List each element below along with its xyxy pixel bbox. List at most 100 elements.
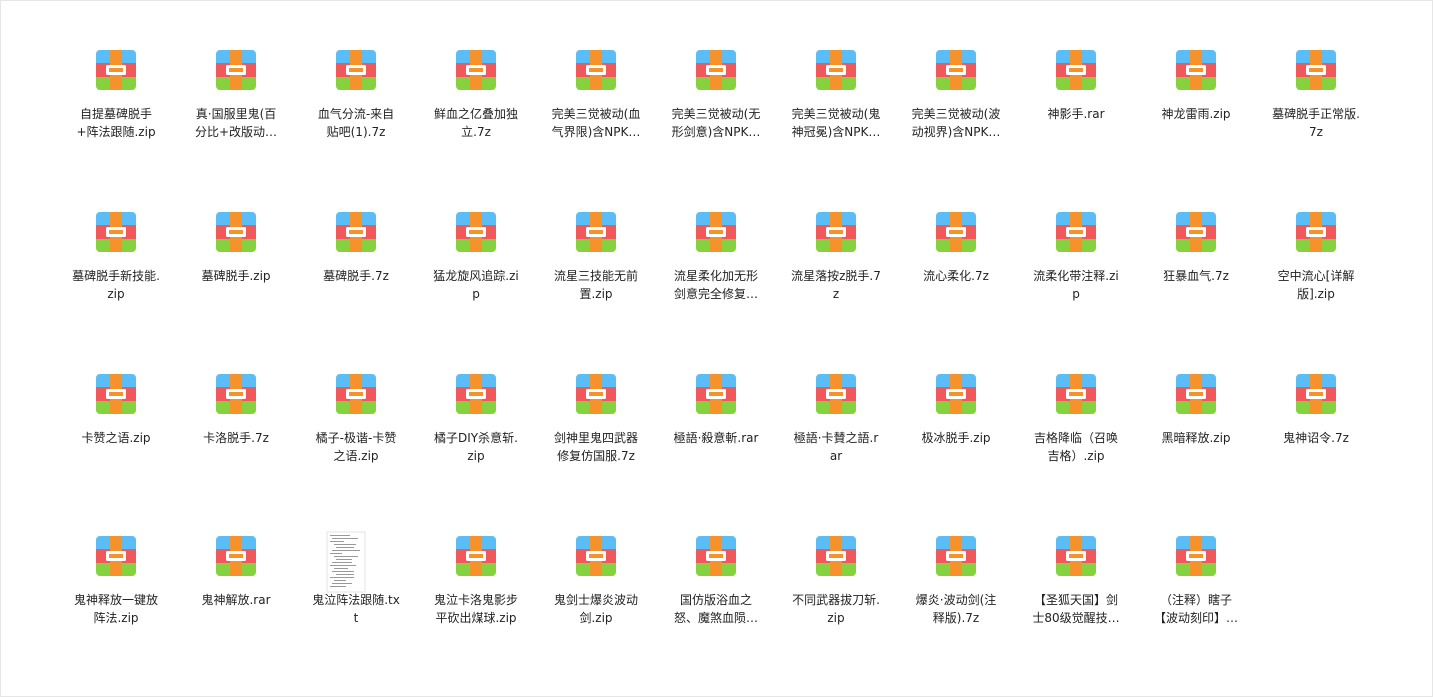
file-item[interactable]: 神龙雷雨.zip — [1136, 45, 1256, 205]
file-name-line: 吉格）.zip — [1047, 449, 1105, 463]
file-item[interactable]: 極語·卡賛之語.r ar — [776, 369, 896, 529]
file-name-label: 自提墓碑脱手 +阵法跟随.zip — [58, 105, 174, 141]
file-item[interactable]: 神影手.rar — [1016, 45, 1136, 205]
file-name-line: 分比+改版动… — [194, 125, 278, 139]
file-item[interactable]: 鲜血之亿叠加独 立.7z — [416, 45, 536, 205]
file-name-label: 橘子-极谐-卡赞 之语.zip — [298, 429, 414, 465]
file-item[interactable]: 橘子-极谐-卡赞 之语.zip — [296, 369, 416, 529]
file-name-label: 橘子DIY杀意斩. zip — [418, 429, 534, 465]
file-name-line: 置.zip — [579, 287, 613, 301]
file-name-line: 橘子DIY杀意斩. — [434, 431, 518, 445]
file-item[interactable]: 吉格降临（召唤 吉格）.zip — [1016, 369, 1136, 529]
file-item[interactable]: 墓碑脱手.zip — [176, 207, 296, 367]
file-item[interactable]: （注释）瞎子 【波动刻印】… — [1136, 531, 1256, 691]
file-item[interactable]: 不同武器拔刀斩. zip — [776, 531, 896, 691]
file-item[interactable]: 真·国服里鬼(百 分比+改版动… — [176, 45, 296, 205]
archive-file-icon — [1296, 50, 1336, 90]
archive-file-icon — [576, 50, 616, 90]
file-item[interactable]: 流星三技能无前 置.zip — [536, 207, 656, 367]
file-item[interactable]: 完美三觉被动(鬼 神冠冕)含NPK… — [776, 45, 896, 205]
file-item[interactable]: 極語·殺意斬.rar — [656, 369, 776, 529]
archive-file-icon — [1056, 212, 1096, 252]
archive-file-icon — [96, 212, 136, 252]
file-name-label: 鬼神释放一键放 阵法.zip — [58, 591, 174, 627]
file-name-line: 士80级觉醒技… — [1032, 611, 1120, 625]
archive-file-icon — [216, 374, 256, 414]
file-name-line: 立.7z — [461, 125, 491, 139]
file-name-label: 墓碑脱手.7z — [298, 267, 414, 285]
file-item[interactable]: 国仿版浴血之 怒、魔煞血陨… — [656, 531, 776, 691]
file-item[interactable]: 橘子DIY杀意斩. zip — [416, 369, 536, 529]
file-name-label: 極語·卡賛之語.r ar — [778, 429, 894, 465]
file-item[interactable]: 爆炎·波动剑(注 释版).7z — [896, 531, 1016, 691]
file-name-line: 極語·殺意斬.rar — [673, 431, 759, 445]
file-item[interactable]: 完美三觉被动(波 动视界)含NPK… — [896, 45, 1016, 205]
archive-file-icon — [936, 536, 976, 576]
file-name-label: 完美三觉被动(无 形剑意)含NPK… — [658, 105, 774, 141]
archive-file-icon — [936, 50, 976, 90]
file-name-label: 鬼神诏令.7z — [1258, 429, 1374, 447]
file-name-label: 鬼神解放.rar — [178, 591, 294, 609]
file-name-line: 鲜血之亿叠加独 — [433, 107, 518, 121]
file-item[interactable]: 墓碑脱手.7z — [296, 207, 416, 367]
file-name-label: 狂暴血气.7z — [1138, 267, 1254, 285]
file-item[interactable]: 鬼神解放.rar — [176, 531, 296, 691]
file-item[interactable]: 剑神里鬼四武器 修复仿国服.7z — [536, 369, 656, 529]
file-item[interactable]: 流心柔化.7z — [896, 207, 1016, 367]
archive-file-icon — [576, 212, 616, 252]
file-name-line: 流心柔化.7z — [923, 269, 989, 283]
file-item[interactable]: 空中流心[详解 版].zip — [1256, 207, 1376, 367]
file-item[interactable]: 完美三觉被动(无 形剑意)含NPK… — [656, 45, 776, 205]
archive-file-icon — [696, 536, 736, 576]
file-name-label: 墓碑脱手.zip — [178, 267, 294, 285]
file-name-line: 完美三觉被动(血 — [551, 107, 641, 121]
file-name-line: 贴吧(1).7z — [326, 125, 386, 139]
file-item[interactable]: 鬼剑士爆炎波动 剑.zip — [536, 531, 656, 691]
file-name-line: p — [1072, 287, 1080, 301]
archive-file-icon — [816, 212, 856, 252]
file-name-line: 动视界)含NPK… — [911, 125, 1001, 139]
archive-file-icon — [1176, 374, 1216, 414]
file-name-line: 【圣狐天国】剑 — [1033, 593, 1118, 607]
file-item[interactable]: 流星柔化加无形 剑意完全修复… — [656, 207, 776, 367]
file-item[interactable]: 血气分流-来自 贴吧(1).7z — [296, 45, 416, 205]
file-item[interactable]: 【圣狐天国】剑 士80级觉醒技… — [1016, 531, 1136, 691]
file-item[interactable]: 卡洛脱手.7z — [176, 369, 296, 529]
file-name-line: 吉格降临（召唤 — [1033, 431, 1118, 445]
file-name-label: 流星落按z脱手.7 z — [778, 267, 894, 303]
file-name-line: 剑.zip — [579, 611, 613, 625]
file-item[interactable]: 鬼神释放一键放 阵法.zip — [56, 531, 176, 691]
file-item[interactable]: 鬼神诏令.7z — [1256, 369, 1376, 529]
file-name-label: 流星三技能无前 置.zip — [538, 267, 654, 303]
file-item[interactable]: 卡赞之语.zip — [56, 369, 176, 529]
file-name-line: 流星柔化加无形 — [673, 269, 758, 283]
file-name-line: 卡赞之语.zip — [81, 431, 151, 445]
archive-file-icon — [816, 374, 856, 414]
archive-file-icon — [1176, 50, 1216, 90]
file-item[interactable]: 墓碑脱手正常版. 7z — [1256, 45, 1376, 205]
file-name-label: 爆炎·波动剑(注 释版).7z — [898, 591, 1014, 627]
file-item[interactable]: 流柔化带注释.zi p — [1016, 207, 1136, 367]
file-name-line: 气界限)含NPK… — [551, 125, 641, 139]
file-name-line: 墓碑脱手正常版. — [1272, 107, 1360, 121]
file-item[interactable]: 鬼泣卡洛鬼影步 平砍出煤球.zip — [416, 531, 536, 691]
file-item[interactable]: 墓碑脱手新技能. zip — [56, 207, 176, 367]
file-name-line: 版].zip — [1297, 287, 1335, 301]
file-name-line: 完美三觉被动(鬼 — [791, 107, 881, 121]
file-name-line: ar — [829, 449, 843, 463]
file-name-label: 鲜血之亿叠加独 立.7z — [418, 105, 534, 141]
file-item[interactable]: 黑暗释放.zip — [1136, 369, 1256, 529]
archive-file-icon — [576, 374, 616, 414]
file-item[interactable]: 狂暴血气.7z — [1136, 207, 1256, 367]
file-item[interactable]: 完美三觉被动(血 气界限)含NPK… — [536, 45, 656, 205]
file-item[interactable]: 猛龙旋风追踪.zi p — [416, 207, 536, 367]
file-item[interactable]: 鬼泣阵法跟随.tx t — [296, 531, 416, 691]
file-explorer-view: 自提墓碑脱手 +阵法跟随.zip 真·国服里鬼(百 分比+改版动… 血气分流-来自 贴吧(… — [0, 0, 1433, 697]
file-name-line: 极冰脱手.zip — [921, 431, 991, 445]
file-name-line: zip — [467, 449, 485, 463]
file-item[interactable]: 流星落按z脱手.7 z — [776, 207, 896, 367]
file-name-line: 形剑意)含NPK… — [671, 125, 761, 139]
file-item[interactable]: 极冰脱手.zip — [896, 369, 1016, 529]
file-item[interactable]: 自提墓碑脱手 +阵法跟随.zip — [56, 45, 176, 205]
file-name-label: 吉格降临（召唤 吉格）.zip — [1018, 429, 1134, 465]
